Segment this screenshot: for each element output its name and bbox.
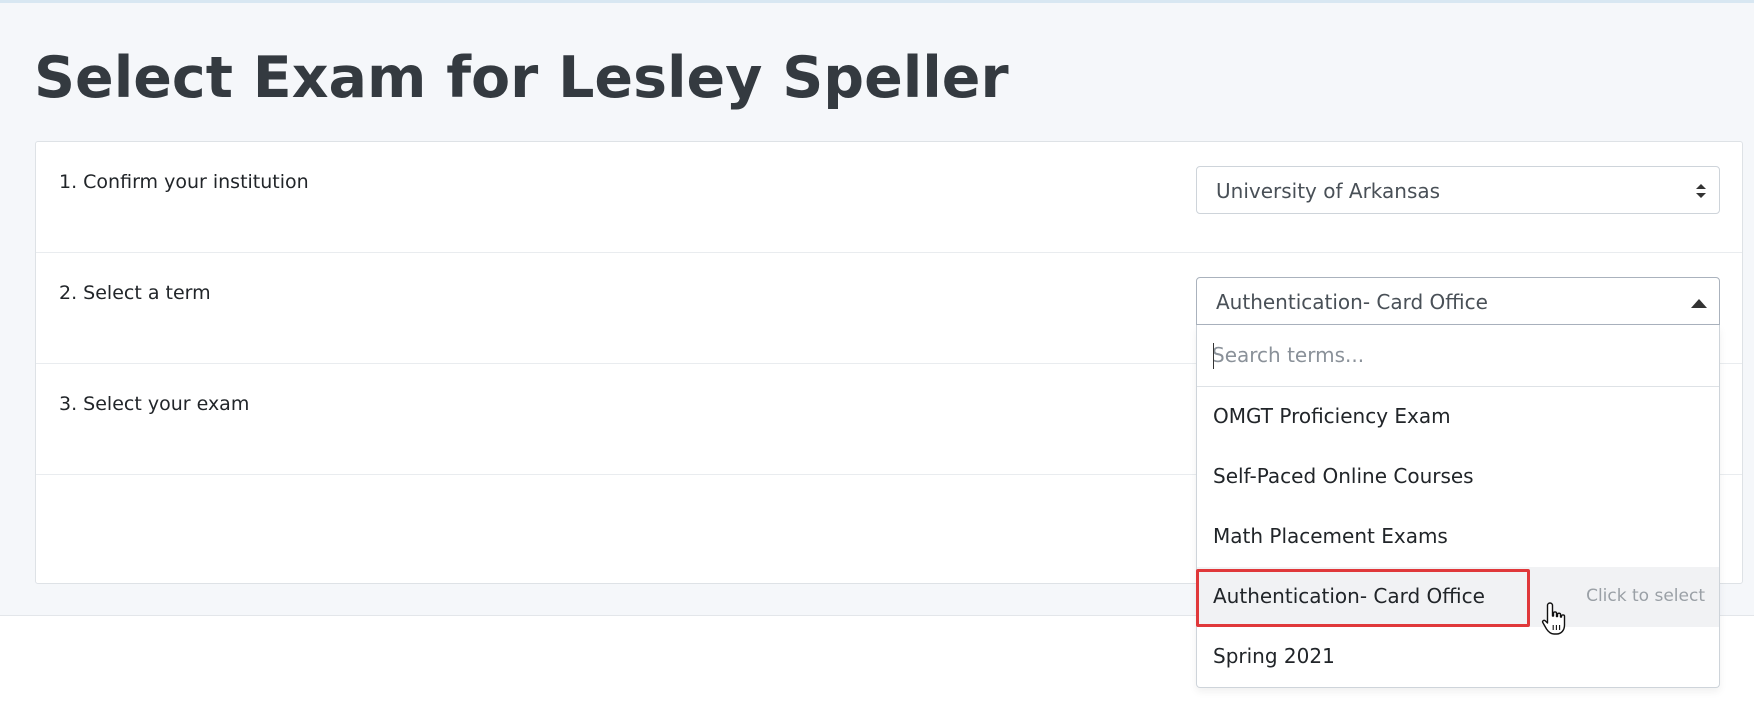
term-option[interactable]: Math Placement Exams xyxy=(1197,507,1719,567)
term-option-label: Math Placement Exams xyxy=(1213,524,1448,548)
hand-cursor-icon xyxy=(1541,602,1566,635)
term-search xyxy=(1197,325,1719,387)
step-label: 2. Select a term xyxy=(59,282,211,304)
term-option-label: OMGT Proficiency Exam xyxy=(1213,404,1451,428)
term-dropdown: OMGT Proficiency Exam Self-Paced Online … xyxy=(1196,325,1720,688)
term-option[interactable]: OMGT Proficiency Exam xyxy=(1197,387,1719,447)
term-select-value: Authentication- Card Office xyxy=(1216,290,1488,314)
step-row-institution: 1. Confirm your institution University o… xyxy=(36,142,1742,253)
term-search-input[interactable] xyxy=(1212,337,1702,373)
text-cursor xyxy=(1213,343,1214,369)
caret-up-icon xyxy=(1691,299,1707,308)
click-to-select-hint: Click to select xyxy=(1586,586,1705,606)
step-label: 1. Confirm your institution xyxy=(59,171,309,193)
updown-chevron-icon xyxy=(1696,184,1706,198)
term-option[interactable]: Self-Paced Online Courses xyxy=(1197,447,1719,507)
term-option[interactable]: Spring 2021 xyxy=(1197,627,1719,687)
page-title: Select Exam for Lesley Speller xyxy=(34,45,1009,111)
institution-select[interactable]: University of Arkansas xyxy=(1196,166,1720,214)
institution-select-value: University of Arkansas xyxy=(1216,179,1441,203)
term-option-label: Spring 2021 xyxy=(1213,644,1335,668)
term-select[interactable]: Authentication- Card Office xyxy=(1196,277,1720,325)
step-label: 3. Select your exam xyxy=(59,393,250,415)
term-option-label: Self-Paced Online Courses xyxy=(1213,464,1474,488)
highlight-annotation xyxy=(1196,569,1530,627)
